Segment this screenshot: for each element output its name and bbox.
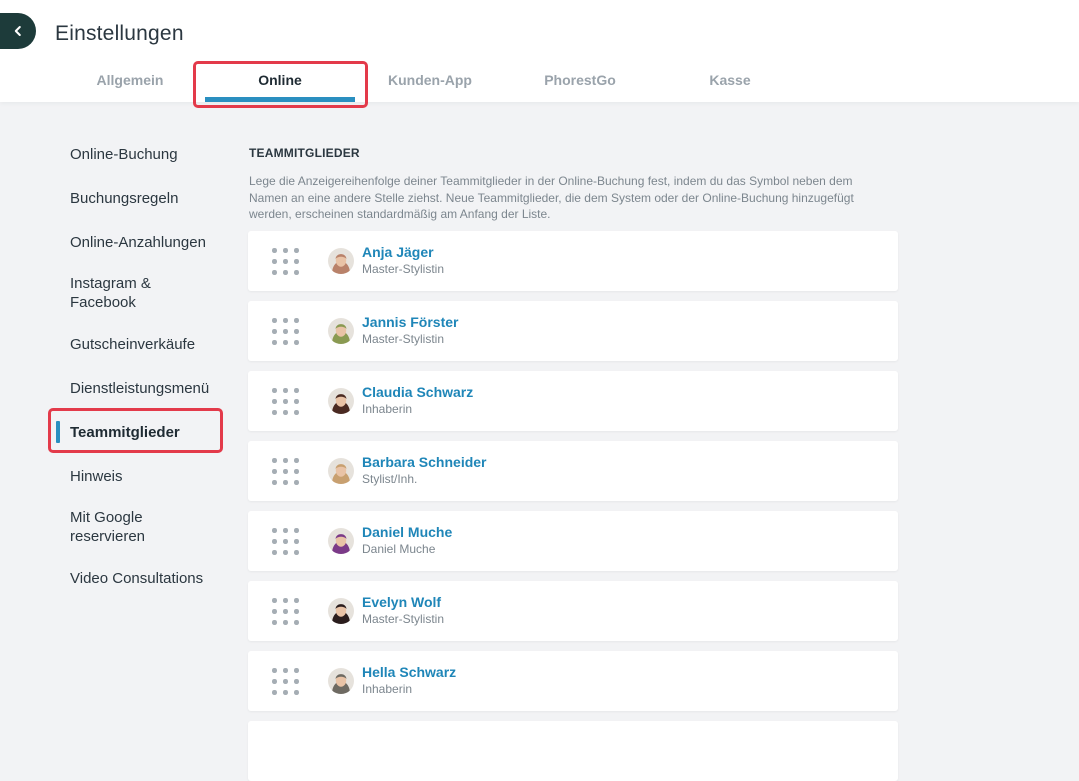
section-description: Lege die Anzeigereihenfolge deiner Teamm… <box>249 174 854 221</box>
member-name[interactable]: Claudia Schwarz <box>362 384 473 400</box>
member-name[interactable]: Evelyn Wolf <box>362 594 441 610</box>
drag-handle-icon[interactable] <box>272 248 300 276</box>
sidebar-item-online-buchung[interactable]: Online-Buchung <box>70 145 178 164</box>
member-row[interactable]: Daniel Muche Daniel Muche <box>248 511 898 571</box>
sidebar-item-instagram-facebook[interactable]: Instagram & Facebook <box>70 274 190 312</box>
sidebar-item-hinweis[interactable]: Hinweis <box>70 467 123 486</box>
avatar <box>328 528 354 554</box>
member-role: Stylist/Inh. <box>362 472 418 486</box>
member-role: Master-Stylistin <box>362 612 445 626</box>
member-row[interactable]: Evelyn Wolf Master-Stylistin <box>248 581 898 641</box>
tab-kasse[interactable]: Kasse <box>655 72 805 88</box>
tab-allgemein[interactable]: Allgemein <box>55 72 205 88</box>
member-row[interactable]: Hella Schwarz Inhaberin <box>248 651 898 711</box>
avatar <box>328 458 354 484</box>
header: Einstellungen Allgemein Online Kunden-Ap… <box>0 0 1079 102</box>
member-name[interactable]: Anja Jäger <box>362 244 434 260</box>
avatar <box>328 318 354 344</box>
avatar <box>328 598 354 624</box>
highlight-teammitglieder <box>48 408 223 453</box>
drag-handle-icon[interactable] <box>272 598 300 626</box>
highlight-online-tab <box>193 61 368 108</box>
chevron-left-icon <box>14 26 21 36</box>
member-name[interactable]: Barbara Schneider <box>362 454 487 470</box>
member-role: Master-Stylistin <box>362 332 445 346</box>
drag-handle-icon[interactable] <box>272 388 300 416</box>
member-role: Master-Stylistin <box>362 262 445 276</box>
sidebar-item-video-consultations[interactable]: Video Consultations <box>70 569 203 588</box>
tab-phorestgo[interactable]: PhorestGo <box>505 72 655 88</box>
avatar <box>328 668 354 694</box>
sidebar-item-buchungsregeln[interactable]: Buchungsregeln <box>70 189 178 208</box>
drag-handle-icon[interactable] <box>272 318 300 346</box>
member-row-partial[interactable] <box>248 721 898 781</box>
drag-handle-icon[interactable] <box>272 668 300 696</box>
section-heading: TEAMMITGLIEDER <box>249 146 360 160</box>
drag-handle-icon[interactable] <box>272 458 300 486</box>
sidebar-item-online-anzahlungen[interactable]: Online-Anzahlungen <box>70 233 206 252</box>
avatar <box>328 388 354 414</box>
back-button[interactable] <box>0 13 36 49</box>
member-name[interactable]: Hella Schwarz <box>362 664 456 680</box>
sidebar-item-mit-google-reservieren[interactable]: Mit Google reservieren <box>70 508 180 546</box>
member-role: Inhaberin <box>362 682 413 696</box>
drag-handle-icon[interactable] <box>272 528 300 556</box>
member-name[interactable]: Daniel Muche <box>362 524 452 540</box>
member-name[interactable]: Jannis Förster <box>362 314 458 330</box>
member-row[interactable]: Anja Jäger Master-Stylistin <box>248 231 898 291</box>
sidebar-item-gutscheinverkaeufe[interactable]: Gutscheinverkäufe <box>70 335 195 354</box>
member-role: Daniel Muche <box>362 542 436 556</box>
sidebar-item-dienstleistungsmenue[interactable]: Dienstleistungsmenü <box>70 379 209 398</box>
page-title: Einstellungen <box>55 22 184 45</box>
member-row[interactable]: Jannis Förster Master-Stylistin <box>248 301 898 361</box>
tab-kunden-app[interactable]: Kunden-App <box>355 72 505 88</box>
member-row[interactable]: Claudia Schwarz Inhaberin <box>248 371 898 431</box>
member-row[interactable]: Barbara Schneider Stylist/Inh. <box>248 441 898 501</box>
member-role: Inhaberin <box>362 402 413 416</box>
avatar <box>328 248 354 274</box>
